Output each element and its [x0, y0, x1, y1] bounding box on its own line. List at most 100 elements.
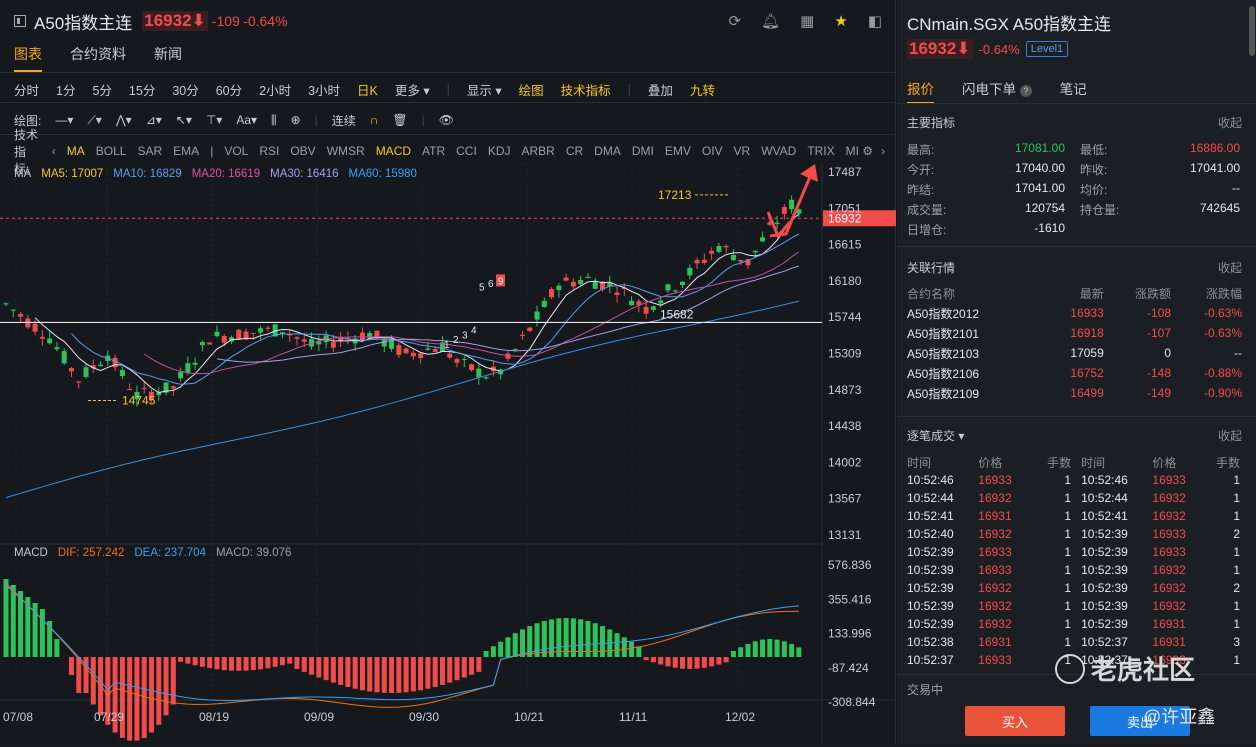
watermark-text: 老虎社区	[1091, 655, 1196, 685]
main-collapse[interactable]: 收起	[1218, 114, 1242, 131]
chevron-left-icon[interactable]: ‹	[52, 144, 56, 158]
sidebar-toggle-icon[interactable]	[14, 15, 26, 27]
macd-bar	[359, 657, 365, 691]
indicator-rsi[interactable]: RSI	[259, 144, 279, 158]
star-icon[interactable]: ★	[834, 12, 847, 30]
trade-row: 10:52:39 16932 1 10:52:39 16932 2	[907, 581, 1240, 595]
indicator-ema[interactable]: EMA	[173, 144, 199, 158]
tab-quote[interactable]: 报价	[907, 78, 934, 104]
related-row[interactable]: A50指数2012 16933 -108 -0.63%	[907, 303, 1242, 323]
period-2h[interactable]: 2小时	[259, 80, 291, 99]
bell-icon[interactable]: 🔔︎	[761, 12, 780, 30]
trades-header: 价格	[978, 455, 1003, 470]
related-row[interactable]: A50指数2101 16918 -107 -0.63%	[907, 323, 1242, 343]
display-menu[interactable]: 显示 ▾	[467, 80, 502, 99]
related-row[interactable]: A50指数2109 16499 -149 -0.90%	[907, 383, 1242, 403]
candle-body	[54, 347, 60, 350]
trades-collapse[interactable]: 收起	[1218, 427, 1242, 444]
period-30m[interactable]: 30分	[172, 80, 198, 99]
draw-button[interactable]: 绘图	[519, 80, 544, 99]
trades-title[interactable]: 逐笔成交 ▾	[907, 427, 964, 444]
indicator-atr[interactable]: ATR	[422, 144, 445, 158]
indicator-boll[interactable]: BOLL	[96, 144, 127, 158]
indicator-ma[interactable]: MA	[67, 144, 85, 158]
line-tool-icon[interactable]: —▾	[55, 113, 73, 127]
chart-panel: A50指数主连 16932⬇ -109 -0.64% ⟳ 🔔︎ ▦ ★ ◧ 图表…	[0, 0, 896, 744]
related-collapse[interactable]: 收起	[1218, 259, 1242, 276]
overlay-button[interactable]: 叠加	[648, 80, 673, 99]
candle-body	[10, 309, 16, 311]
period-15m[interactable]: 15分	[129, 80, 155, 99]
period-daily[interactable]: 日K	[357, 80, 378, 99]
tab-chart[interactable]: 图表	[14, 44, 42, 72]
ma10-value: MA10: 16829	[113, 168, 182, 180]
indicator-sar[interactable]: SAR	[137, 144, 162, 158]
nine-turn-button[interactable]: 九转	[690, 80, 715, 99]
trade-row: 10:52:39 16932 1 10:52:39 16931 1	[907, 617, 1240, 631]
macd-bar	[636, 646, 642, 657]
scrollbar[interactable]	[1249, 6, 1255, 56]
eye-icon[interactable]: 👁︎	[439, 113, 454, 127]
tech-indicator-button[interactable]: 技术指标	[561, 80, 611, 99]
chevron-right-icon[interactable]: ›	[881, 144, 885, 158]
channel-tool-icon[interactable]: ⊿▾	[146, 113, 162, 127]
indicator-dmi[interactable]: DMI	[632, 144, 654, 158]
related-row[interactable]: A50指数2103 17059 0 --	[907, 343, 1242, 363]
arrow-tool-icon[interactable]: ↖▾	[176, 113, 192, 127]
zoom-icon[interactable]: ⊕	[291, 113, 301, 127]
period-timeshare[interactable]: 分时	[14, 80, 39, 99]
tab-flash-order[interactable]: 闪电下单 ?	[962, 78, 1032, 104]
indicator-oiv[interactable]: OIV	[702, 144, 723, 158]
period-5m[interactable]: 5分	[92, 80, 111, 99]
period-60m[interactable]: 60分	[216, 80, 242, 99]
candle-body	[127, 389, 133, 391]
kline-chart[interactable]: 1568216932172131474512345679 17487170511…	[0, 164, 896, 744]
panel-toggle-icon[interactable]: ◧	[868, 12, 882, 30]
indicator-wvad[interactable]: WVAD	[761, 144, 796, 158]
level-badge[interactable]: Level1	[1025, 41, 1069, 57]
indicator-mi[interactable]: MI	[846, 144, 859, 158]
indicator-vr[interactable]: VR	[734, 144, 751, 158]
text-tool-icon[interactable]: Aa▾	[236, 113, 257, 127]
tab-contract-info[interactable]: 合约资料	[70, 44, 126, 72]
candle-body	[527, 327, 533, 331]
indicator-vol[interactable]: VOL	[224, 144, 248, 158]
fib-tool-icon[interactable]: ⊤▾	[206, 113, 222, 127]
trend-tool-icon[interactable]: ⟋▾	[87, 113, 101, 128]
indicator-macd[interactable]: MACD	[376, 144, 411, 158]
indicator-wmsr[interactable]: WMSR	[327, 144, 365, 158]
indicator-cci[interactable]: CCI	[456, 144, 477, 158]
indicator-emv[interactable]: EMV	[665, 144, 691, 158]
macd-bar	[454, 657, 460, 681]
chart-svg[interactable]: 1568216932172131474512345679 17487170511…	[0, 164, 896, 744]
related-header: 涨跌额	[1134, 286, 1171, 301]
indicator-trix[interactable]: TRIX	[807, 144, 834, 158]
tab-news[interactable]: 新闻	[154, 44, 182, 72]
tab-notes[interactable]: 笔记	[1060, 78, 1087, 104]
related-row[interactable]: A50指数2106 16752 -148 -0.88%	[907, 363, 1242, 383]
quote-title: CNmain.SGX A50指数主连	[907, 15, 1112, 34]
macd-bar	[760, 639, 766, 657]
period-3h[interactable]: 3小时	[308, 80, 340, 99]
indicator-arbr[interactable]: ARBR	[521, 144, 554, 158]
trash-icon[interactable]: 🗑︎	[392, 113, 407, 127]
measure-tool-icon[interactable]: ⫼	[271, 113, 277, 128]
period-1m[interactable]: 1分	[56, 80, 75, 99]
indicator-dma[interactable]: DMA	[594, 144, 621, 158]
magnet-icon[interactable]: ∩	[370, 113, 379, 127]
help-icon[interactable]: ?	[1019, 85, 1032, 97]
indicator-obv[interactable]: OBV	[290, 144, 315, 158]
macd-bar	[345, 657, 351, 687]
indicator-bar: 技术指标: ‹ MA BOLL SAR EMA | VOL RSI OBV WMSR MACD AT…	[0, 128, 896, 176]
macd-bar	[774, 639, 780, 657]
continuous-draw[interactable]: 连续	[332, 112, 356, 129]
indicator-kdj[interactable]: KDJ	[488, 144, 511, 158]
grid-icon[interactable]: ▦	[800, 12, 814, 30]
macd-legend: MACD DIF: 257.242 DEA: 237.704 MACD: 39.…	[14, 547, 291, 559]
wave-tool-icon[interactable]: ⋀▾	[116, 113, 132, 127]
refresh-icon[interactable]: ⟳	[729, 12, 742, 30]
period-more[interactable]: 更多 ▾	[395, 80, 430, 99]
indicator-cr[interactable]: CR	[566, 144, 583, 158]
buy-button[interactable]: 买入	[965, 706, 1065, 736]
settings-icon[interactable]: ⚙	[862, 144, 873, 158]
